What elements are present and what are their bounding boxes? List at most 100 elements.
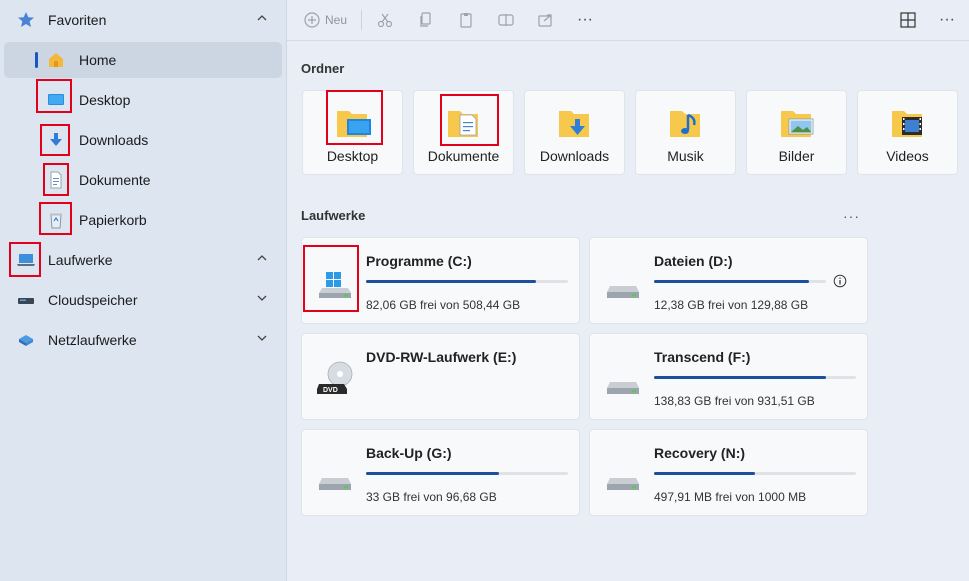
- desktop-icon: [48, 94, 64, 105]
- rename-button[interactable]: [497, 10, 515, 30]
- layout-button[interactable]: [899, 10, 917, 30]
- sidebar-item-papierkorb[interactable]: Papierkorb: [4, 202, 282, 238]
- folder-tile-downloads[interactable]: Downloads: [524, 90, 625, 175]
- videos-folder-icon: [892, 111, 922, 137]
- dvd-drive-icon: DVD: [317, 361, 353, 394]
- drive-usage-fill: [654, 376, 826, 379]
- drive-tile-d[interactable]: Dateien (D:) 12,38 GB frei von 129,88 GB: [589, 237, 868, 324]
- hard-drive-icon: [319, 478, 351, 490]
- copy-button[interactable]: [417, 10, 435, 30]
- sidebar-item-dokumente[interactable]: Dokumente: [4, 162, 282, 198]
- new-button-label: Neu: [325, 13, 348, 27]
- cut-button[interactable]: [376, 10, 394, 30]
- drive-tile-n[interactable]: Recovery (N:) 497,91 MB frei von 1000 MB: [589, 429, 868, 516]
- sidebar-section-label: Laufwerke: [48, 252, 113, 268]
- cloud-icon: [18, 298, 34, 304]
- drive-free-space: 138,83 GB frei von 931,51 GB: [654, 394, 815, 408]
- navigation-pane: Favoriten Home Desktop Downloads Dokumen…: [0, 0, 287, 581]
- drive-usage-bar: [366, 472, 568, 475]
- chevron-up-icon[interactable]: [256, 252, 268, 264]
- folder-label: Musik: [667, 148, 704, 164]
- rename-icon: [498, 14, 514, 26]
- more-label: ···: [939, 11, 955, 28]
- drive-tile-e[interactable]: DVD DVD-RW-Laufwerk (E:): [301, 333, 580, 420]
- folder-label: Downloads: [539, 148, 610, 164]
- sidebar-item-label: Papierkorb: [79, 212, 147, 228]
- sidebar-section-label: Favoriten: [48, 12, 107, 28]
- new-button[interactable]: Neu: [303, 10, 347, 30]
- chevron-down-icon[interactable]: [256, 292, 268, 304]
- folder-tile-desktop[interactable]: Desktop: [302, 90, 403, 175]
- drive-name: Transcend (F:): [654, 349, 751, 365]
- sidebar-section-label: Netzlaufwerke: [48, 332, 137, 348]
- hard-drive-icon: [607, 382, 639, 394]
- sidebar-item-desktop[interactable]: Desktop: [4, 82, 282, 118]
- laptop-icon: [17, 254, 35, 266]
- toolbar-divider: [361, 10, 362, 30]
- sidebar-section-cloudspeicher[interactable]: Cloudspeicher: [0, 280, 286, 320]
- document-icon: [50, 171, 62, 189]
- drive-usage-bar: [654, 472, 856, 475]
- share-icon: [538, 14, 552, 27]
- drive-free-space: 497,91 MB frei von 1000 MB: [654, 490, 807, 504]
- drive-tile-c[interactable]: Programme (C:) 82,06 GB frei von 508,44 …: [301, 237, 580, 324]
- drive-usage-bar: [654, 280, 826, 283]
- download-icon: [50, 133, 62, 146]
- more-options-right-button[interactable]: ···: [939, 10, 955, 30]
- drive-usage-bar: [366, 280, 568, 283]
- sidebar-section-netzlaufwerke[interactable]: Netzlaufwerke: [0, 320, 286, 360]
- drive-tile-f[interactable]: Transcend (F:) 138,83 GB frei von 931,51…: [589, 333, 868, 420]
- selection-indicator: [35, 52, 38, 68]
- share-button[interactable]: [537, 10, 555, 30]
- hard-drive-icon: [607, 286, 639, 298]
- drives-section-title: Laufwerke: [301, 208, 366, 223]
- plus-circle-icon: [304, 12, 320, 28]
- sidebar-item-label: Downloads: [79, 132, 149, 148]
- layout-icon: [900, 12, 916, 28]
- paste-button[interactable]: [457, 10, 475, 30]
- windows-drive-icon: [319, 272, 351, 298]
- drive-usage-fill: [654, 280, 809, 283]
- desktop-folder-icon: [337, 111, 371, 137]
- drive-usage-bar: [654, 376, 856, 379]
- music-folder-icon: [670, 111, 700, 137]
- star-icon: [18, 12, 34, 27]
- chevron-down-icon[interactable]: [256, 332, 268, 344]
- sidebar-item-home[interactable]: Home: [4, 42, 282, 78]
- file-explorer-window: Favoriten Home Desktop Downloads Dokumen…: [0, 0, 969, 581]
- more-options-button[interactable]: ···: [577, 10, 593, 30]
- folder-tile-bilder[interactable]: Bilder: [746, 90, 847, 175]
- sidebar-item-label: Home: [79, 52, 117, 68]
- drive-usage-fill: [366, 472, 500, 475]
- home-icon: [49, 53, 63, 67]
- sidebar-item-downloads[interactable]: Downloads: [4, 122, 282, 158]
- sidebar-section-laufwerke[interactable]: Laufwerke: [0, 240, 286, 280]
- hard-drive-icon: [607, 478, 639, 490]
- drives-more-button[interactable]: ···: [843, 208, 860, 224]
- sidebar-section-favorites[interactable]: Favoriten: [0, 0, 286, 40]
- copy-icon: [420, 12, 431, 27]
- chevron-up-icon[interactable]: [256, 12, 268, 24]
- drive-free-space: 33 GB frei von 96,68 GB: [366, 490, 497, 504]
- drive-free-space: 82,06 GB frei von 508,44 GB: [366, 298, 521, 312]
- drive-name: Back-Up (G:): [366, 445, 452, 461]
- more-label: ···: [577, 11, 593, 28]
- drive-tile-g[interactable]: Back-Up (G:) 33 GB frei von 96,68 GB: [301, 429, 580, 516]
- drive-name: DVD-RW-Laufwerk (E:): [366, 349, 517, 365]
- downloads-folder-icon: [559, 111, 589, 137]
- info-icon[interactable]: [833, 274, 847, 288]
- drive-name: Programme (C:): [366, 253, 472, 269]
- folder-tile-musik[interactable]: Musik: [635, 90, 736, 175]
- drive-usage-fill: [654, 472, 755, 475]
- network-icon: [19, 335, 33, 346]
- drive-free-space: 12,38 GB frei von 129,88 GB: [654, 298, 809, 312]
- clipboard-icon: [460, 13, 472, 28]
- sidebar-item-label: Dokumente: [79, 172, 151, 188]
- folder-tile-dokumente[interactable]: Dokumente: [413, 90, 514, 175]
- pictures-folder-icon: [781, 111, 814, 137]
- folder-label: Bilder: [778, 148, 815, 164]
- folder-label: Videos: [886, 148, 929, 164]
- folder-label: Dokumente: [427, 148, 500, 164]
- folder-tile-videos[interactable]: Videos: [857, 90, 958, 175]
- drive-usage-fill: [366, 280, 536, 283]
